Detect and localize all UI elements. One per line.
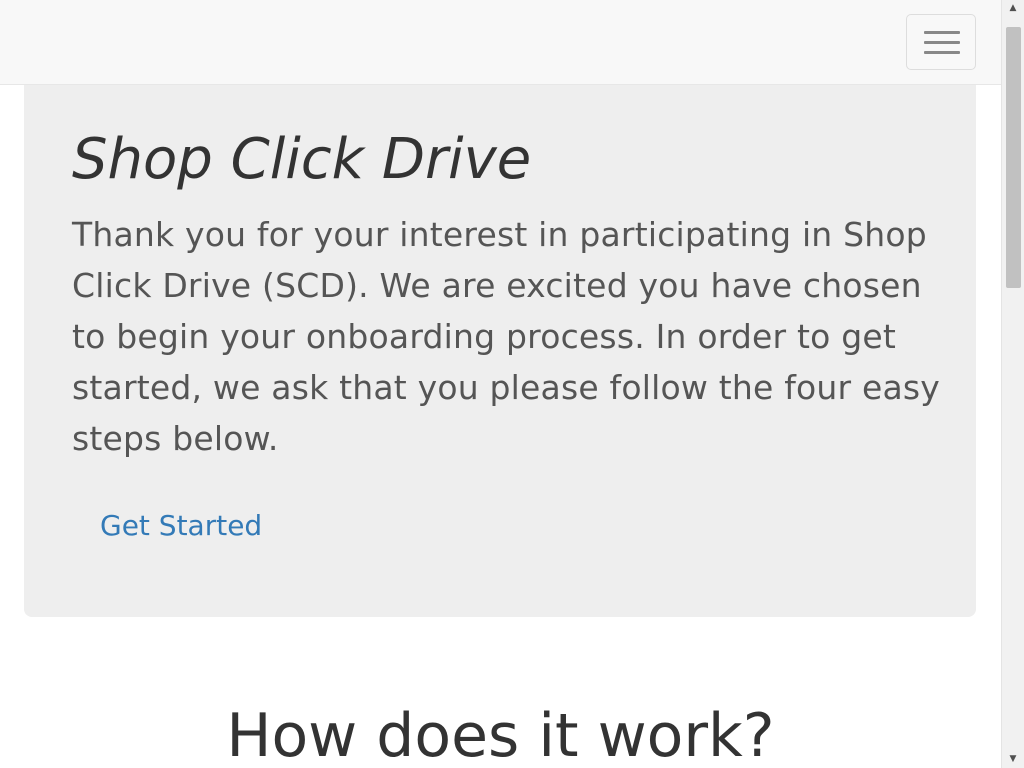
how-it-works-heading: How does it work? <box>226 701 775 768</box>
vertical-scrollbar[interactable]: ▲ ▼ <box>1001 0 1024 768</box>
page-viewport: Shop Click Drive Thank you for your inte… <box>0 0 1001 768</box>
hamburger-menu-icon <box>924 31 960 34</box>
hero-title: Shop Click Drive <box>72 127 532 192</box>
hero-jumbotron: Shop Click Drive Thank you for your inte… <box>24 60 976 617</box>
scrollbar-thumb[interactable] <box>1006 27 1021 288</box>
scroll-down-arrow-icon[interactable]: ▼ <box>1002 751 1024 768</box>
hero-description: Thank you for your interest in participa… <box>72 215 941 458</box>
get-started-link[interactable]: Get Started <box>100 506 262 546</box>
navbar-toggle-button[interactable] <box>906 14 976 70</box>
scroll-up-arrow-icon[interactable]: ▲ <box>1002 0 1024 17</box>
hamburger-menu-icon-bar <box>924 41 960 44</box>
top-navbar <box>0 0 1001 85</box>
hamburger-menu-icon-bar <box>924 51 960 54</box>
